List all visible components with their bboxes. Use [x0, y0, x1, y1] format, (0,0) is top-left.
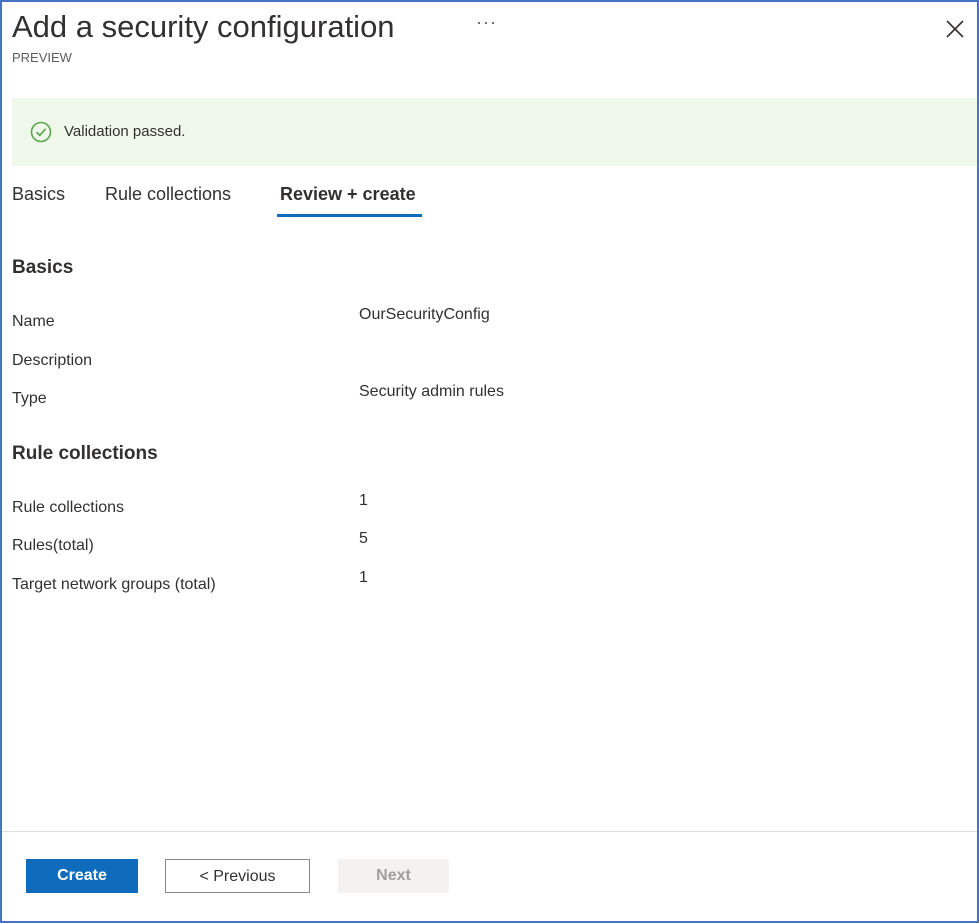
active-tab-indicator	[277, 214, 422, 217]
validation-banner: Validation passed.	[12, 98, 977, 166]
previous-button[interactable]: < Previous	[165, 859, 310, 893]
label-name: Name	[12, 313, 55, 330]
page-subtitle: PREVIEW	[12, 50, 72, 65]
page-title: Add a security configuration	[12, 9, 395, 44]
close-icon[interactable]	[944, 18, 966, 40]
value-rules-total: 5	[359, 530, 368, 547]
tab-rule-collections[interactable]: Rule collections	[105, 182, 231, 206]
label-target-network-groups: Target network groups (total)	[12, 576, 216, 593]
label-rules-total: Rules(total)	[12, 537, 94, 554]
next-button[interactable]: Next	[338, 859, 449, 893]
label-rule-collections: Rule collections	[12, 499, 125, 516]
validation-message: Validation passed.	[64, 123, 186, 140]
value-name: OurSecurityConfig	[359, 306, 490, 323]
label-description: Description	[12, 352, 93, 369]
dialog-panel: Add a security configuration ··· PREVIEW…	[0, 0, 979, 923]
section-heading-rule-collections: Rule collections	[12, 443, 158, 464]
footer-divider	[2, 831, 977, 832]
check-circle-icon	[30, 121, 52, 143]
value-rule-collections: 1	[359, 492, 368, 509]
label-type: Type	[12, 390, 47, 407]
create-button[interactable]: Create	[26, 859, 138, 893]
more-options-icon[interactable]: ···	[476, 12, 497, 33]
value-type: Security admin rules	[359, 383, 504, 400]
section-heading-basics: Basics	[12, 257, 74, 278]
tab-review-create[interactable]: Review + create	[280, 182, 416, 206]
tab-basics[interactable]: Basics	[12, 182, 65, 206]
value-target-network-groups: 1	[359, 569, 368, 586]
